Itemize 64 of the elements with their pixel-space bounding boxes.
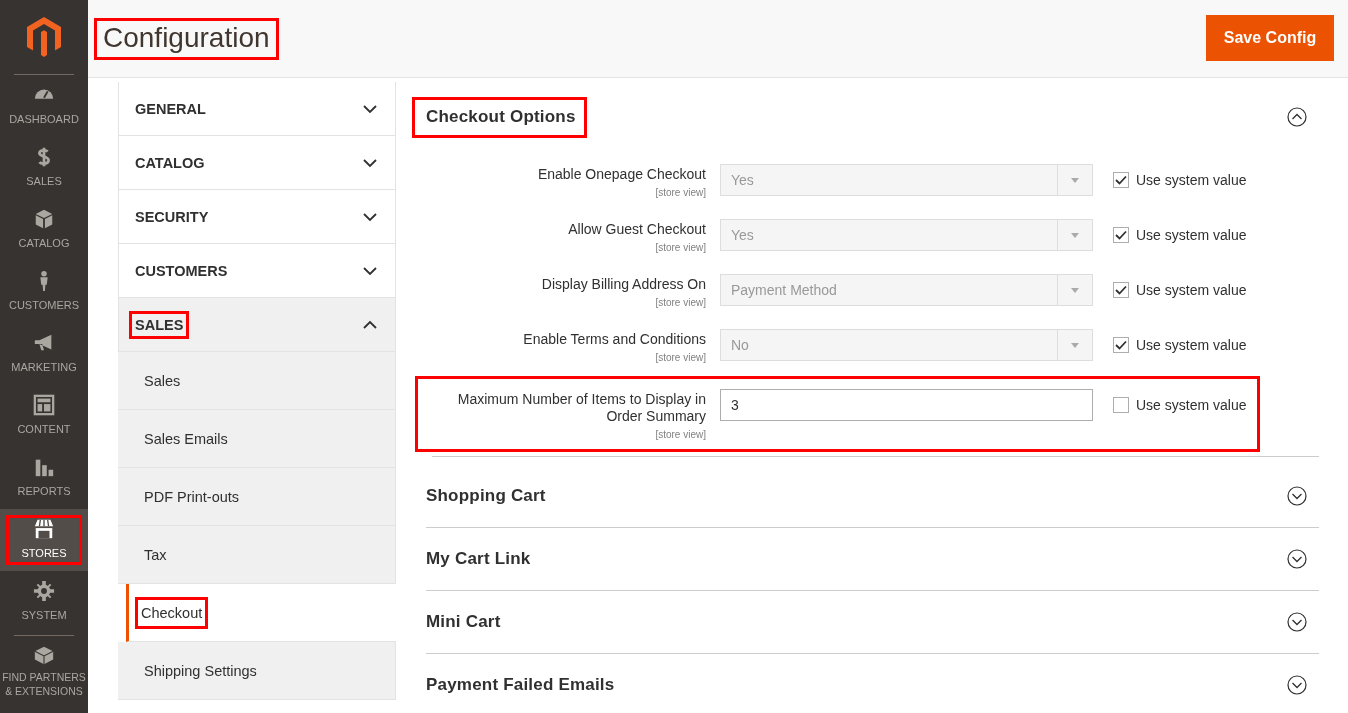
layout-icon — [33, 394, 55, 416]
config-group-header[interactable]: CUSTOMERS — [118, 244, 396, 298]
dropdown-arrow-icon — [1071, 232, 1079, 238]
dropdown-arrow-icon — [1071, 287, 1079, 293]
expand-caret-icon — [363, 211, 377, 222]
field-label: Enable Onepage Checkout — [536, 166, 706, 183]
box-icon — [33, 208, 55, 230]
config-group-header[interactable]: CATALOG — [118, 136, 396, 190]
collapse-caret-icon — [363, 319, 377, 330]
config-tab-item[interactable]: Shipping Settings — [118, 642, 396, 700]
page-title: Configuration — [94, 17, 279, 60]
expand-icon — [1287, 675, 1307, 695]
nav-item[interactable]: FIND PARTNERS & EXTENSIONS — [0, 636, 88, 706]
section-header[interactable]: Payment Failed Emails — [426, 654, 1319, 713]
store-icon — [33, 518, 55, 540]
nav-item[interactable]: SALES — [0, 137, 88, 199]
dropdown-arrow-icon — [1071, 342, 1079, 348]
scope-label: [store view] — [655, 352, 706, 363]
expand-icon — [1287, 486, 1307, 506]
checkmark-icon — [1115, 285, 1127, 295]
config-tab-item[interactable]: PDF Print-outs — [118, 468, 396, 526]
nav-item[interactable]: CONTENT — [0, 385, 88, 447]
config-tab-item[interactable]: Checkout — [126, 584, 396, 642]
field-label: Allow Guest Checkout — [567, 221, 706, 238]
expand-caret-icon — [363, 157, 377, 168]
lego-brick-icon — [33, 644, 55, 666]
field-label: Enable Terms and Conditions — [522, 331, 706, 348]
config-tab-item[interactable]: Tax — [118, 526, 396, 584]
nav-item[interactable]: MARKETING — [0, 323, 88, 385]
config-group-header[interactable]: SECURITY — [118, 190, 396, 244]
config-group-header[interactable]: GENERAL — [118, 82, 396, 136]
config-tab-item[interactable]: Sales Emails — [118, 410, 396, 468]
gear-icon — [33, 580, 55, 602]
scope-label: [store view] — [655, 187, 706, 198]
checkmark-icon — [1115, 340, 1127, 350]
use-system-value-checkbox[interactable]: Use system value — [1107, 389, 1257, 421]
nav-item[interactable]: SYSTEM — [0, 571, 88, 633]
config-tab-item[interactable]: Sales — [118, 352, 396, 410]
checkmark-icon — [1115, 175, 1127, 185]
logo-icon — [24, 15, 64, 59]
nav-item[interactable]: CUSTOMERS — [0, 261, 88, 323]
checkmark-icon — [1115, 230, 1127, 240]
dropdown-arrow-icon — [1071, 177, 1079, 183]
section-header[interactable]: Checkout Options — [412, 82, 1319, 149]
expand-caret-icon — [363, 103, 377, 114]
expand-icon — [1287, 549, 1307, 569]
save-config-button[interactable]: Save Config — [1206, 14, 1334, 61]
config-group-header[interactable]: SALES — [118, 298, 396, 352]
section-header[interactable]: Shopping Cart — [426, 465, 1319, 528]
input-field[interactable]: 3 — [720, 389, 1093, 421]
section-header[interactable]: Mini Cart — [426, 591, 1319, 654]
nav-item[interactable]: STORES — [0, 509, 88, 571]
scope-label: [store view] — [655, 297, 706, 308]
field-label: Maximum Number of Items to Display in Order Summary — [456, 391, 706, 425]
scope-label: [store view] — [655, 429, 706, 440]
expand-caret-icon — [363, 265, 377, 276]
section-header[interactable]: My Cart Link — [426, 528, 1319, 591]
nav-item[interactable]: REPORTS — [0, 447, 88, 509]
expand-icon — [1287, 612, 1307, 632]
scope-label: [store view] — [655, 242, 706, 253]
nav-item[interactable]: DASHBOARD — [0, 75, 88, 137]
field-label: Display Billing Address On — [540, 276, 706, 293]
nav-item[interactable]: CATALOG — [0, 199, 88, 261]
collapse-icon — [1287, 107, 1307, 127]
